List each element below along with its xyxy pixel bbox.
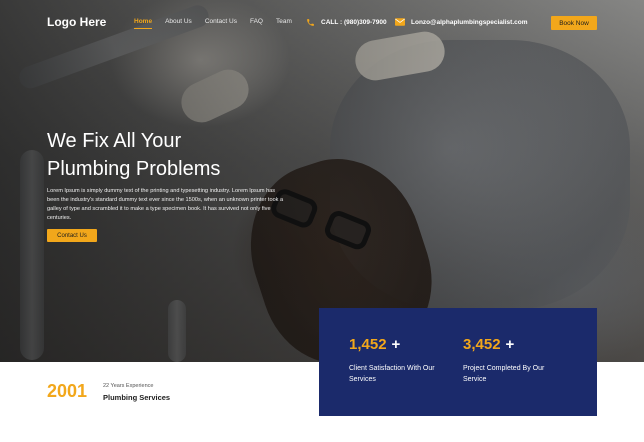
nav-item-faq[interactable]: FAQ: [250, 18, 263, 29]
email-contact[interactable]: Lonzo@alphaplumbingspecialist.com: [395, 18, 528, 26]
stat-projects-completed: 3,452 + Project Completed By Our Service: [463, 336, 563, 385]
contact-us-button[interactable]: Contact Us: [47, 229, 97, 242]
phone-icon: [307, 19, 314, 26]
nav-menu: Home About Us Contact Us FAQ Team: [134, 18, 292, 29]
experience-info: 22 Years Experience Plumbing Services: [103, 383, 170, 402]
nav-item-about-us[interactable]: About Us: [165, 18, 192, 29]
nav-item-home[interactable]: Home: [134, 18, 153, 29]
hero-description: Lorem Ipsum is simply dummy text of the …: [47, 188, 284, 221]
nav-item-contact-us[interactable]: Contact Us: [205, 18, 237, 29]
stat-client-satisfaction: 1,452 + Client Satisfaction With Our Serv…: [349, 336, 449, 385]
top-navigation: Logo Here Home About Us Contact Us FAQ T…: [0, 0, 644, 46]
stat-label: Project Completed By Our Service: [463, 365, 545, 383]
hero-title-line-1: We Fix All Your: [47, 130, 182, 152]
nav-item-team[interactable]: Team: [276, 18, 292, 29]
stat-label: Client Satisfaction With Our Services: [349, 365, 435, 383]
hero-content: We Fix All Your Plumbing Problems Lorem …: [47, 127, 287, 242]
experience-subtitle: 22 Years Experience: [103, 383, 154, 389]
experience-year: 2001: [47, 381, 88, 401]
hero-title: We Fix All Your Plumbing Problems: [47, 127, 287, 183]
logo[interactable]: Logo Here: [47, 15, 106, 29]
phone-number: CALL : (980)309-7900: [321, 19, 387, 26]
stats-panel: 1,452 + Client Satisfaction With Our Serv…: [319, 308, 597, 416]
stat-value: 1,452 +: [349, 336, 401, 353]
email-address: Lonzo@alphaplumbingspecialist.com: [411, 18, 528, 26]
hero-title-line-2: Plumbing Problems: [47, 158, 221, 180]
experience-title: Plumbing Services: [103, 393, 171, 402]
stat-value: 3,452 +: [463, 336, 515, 353]
envelope-icon: [395, 18, 405, 26]
phone-contact[interactable]: CALL : (980)309-7900: [306, 18, 387, 27]
book-now-button[interactable]: Book Now: [551, 16, 597, 30]
